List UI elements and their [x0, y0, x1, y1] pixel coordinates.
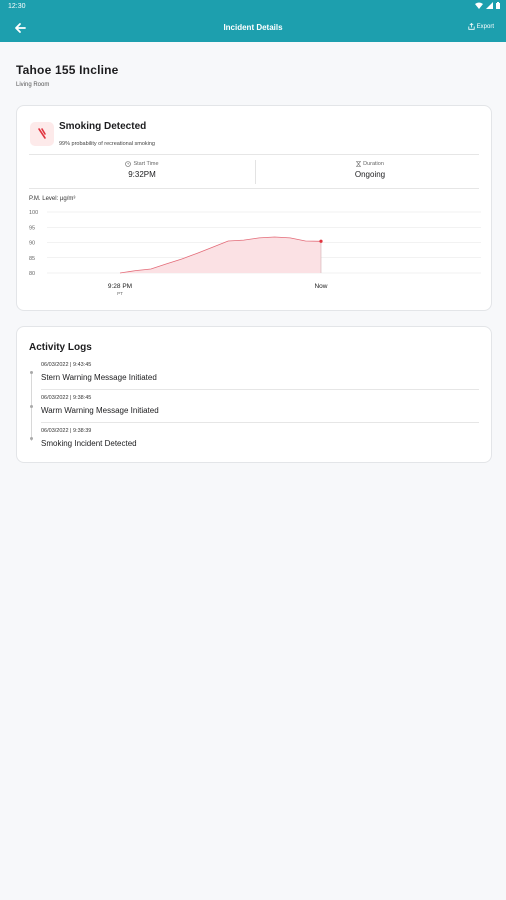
- incident-title: Smoking Detected: [59, 121, 147, 132]
- log-date: 06/03/2022 | 9:38:39: [41, 428, 92, 434]
- activity-title: Activity Logs: [29, 342, 92, 353]
- current-value-point: [319, 239, 323, 243]
- battery-icon: [496, 2, 500, 9]
- divider: [41, 422, 479, 423]
- log-item: 06/03/2022 | 9:43:45 Stern Warning Messa…: [41, 362, 481, 382]
- incident-card: Smoking Detected 99% probability of recr…: [16, 105, 492, 311]
- pm-level-label: P.M. Level: µg/m³: [29, 196, 76, 202]
- timeline-dot: [30, 437, 33, 440]
- start-time-value: 9:32PM: [128, 170, 156, 179]
- incident-icon-container: [30, 122, 54, 146]
- log-text: Smoking Incident Detected: [41, 439, 137, 448]
- y-tick-label: 90: [29, 241, 35, 247]
- activity-card: Activity Logs 06/03/2022 | 9:43:45 Stern…: [16, 326, 492, 463]
- share-icon: [468, 23, 475, 30]
- stat-separator: [255, 160, 256, 184]
- pm-level-chart: 100 95 90 85 80 9:28 PMPT Now: [29, 210, 481, 296]
- start-time-label: Start Time: [133, 161, 159, 167]
- divider: [29, 154, 479, 155]
- hourglass-icon: [356, 161, 362, 167]
- y-tick-label: 95: [29, 225, 35, 231]
- x-tick-label: Now: [314, 283, 327, 290]
- status-bar: 12:30: [0, 0, 506, 14]
- app-bar: Incident Details Export: [0, 14, 506, 42]
- duration-label: Duration: [363, 161, 384, 167]
- location-room: Living Room: [16, 82, 50, 88]
- signal-icon: [486, 2, 493, 9]
- log-date: 06/03/2022 | 9:38:45: [41, 395, 92, 401]
- incident-description: 99% probability of recreational smoking: [59, 141, 155, 147]
- timeline-dot: [30, 371, 33, 374]
- log-text: Warm Warning Message Initiated: [41, 406, 159, 415]
- smoking-icon: [38, 128, 46, 139]
- start-time-stat: Start Time 9:32PM: [29, 161, 255, 179]
- y-tick-label: 100: [29, 210, 38, 216]
- export-label: Export: [476, 23, 494, 30]
- divider: [29, 188, 479, 189]
- location-name: Tahoe 155 Incline: [16, 63, 119, 77]
- divider: [41, 389, 479, 390]
- clock-icon: [125, 161, 132, 167]
- wifi-icon: [475, 2, 483, 9]
- export-button[interactable]: Export: [468, 23, 494, 30]
- x-tick-label: 9:28 PM: [108, 283, 132, 290]
- x-tick-sublabel: PT: [117, 291, 123, 296]
- duration-stat: Duration Ongoing: [257, 161, 483, 179]
- log-date: 06/03/2022 | 9:43:45: [41, 362, 92, 368]
- page-title: Incident Details: [223, 23, 283, 32]
- timeline-dot: [30, 405, 33, 408]
- duration-value: Ongoing: [354, 170, 386, 179]
- y-tick-label: 85: [29, 256, 35, 262]
- y-tick-label: 80: [29, 271, 35, 277]
- status-time: 12:30: [8, 3, 26, 10]
- status-icons: [475, 2, 500, 9]
- log-item: 06/03/2022 | 9:38:39 Smoking Incident De…: [41, 428, 481, 448]
- log-item: 06/03/2022 | 9:38:45 Warm Warning Messag…: [41, 395, 481, 415]
- log-text: Stern Warning Message Initiated: [41, 373, 157, 382]
